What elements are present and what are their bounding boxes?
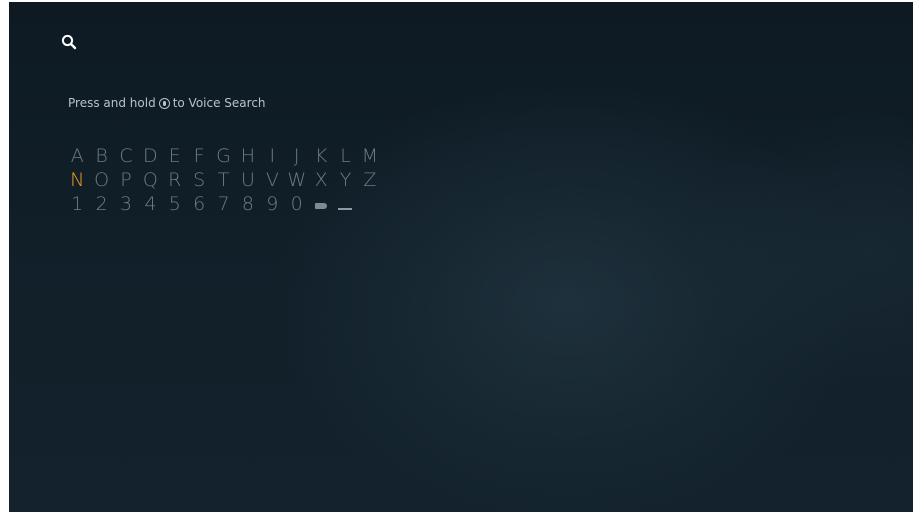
key-o[interactable]: O bbox=[89, 168, 113, 192]
space-key[interactable] bbox=[333, 192, 357, 216]
microphone-icon bbox=[158, 97, 170, 109]
key-g[interactable]: G bbox=[211, 144, 235, 168]
keyboard-row-numbers: 1 2 3 4 5 6 7 8 9 0 bbox=[65, 192, 382, 216]
on-screen-keyboard: A B C D E F G H I J K L M N O P Q R S T … bbox=[65, 144, 382, 216]
key-d[interactable]: D bbox=[138, 144, 162, 168]
keyboard-row-letters-2: N O P Q R S T U V W X Y Z bbox=[65, 168, 382, 192]
key-9[interactable]: 9 bbox=[260, 192, 284, 216]
key-i[interactable]: I bbox=[260, 144, 284, 168]
key-h[interactable]: H bbox=[236, 144, 260, 168]
voice-search-hint: Press and hold to Voice Search bbox=[68, 96, 266, 110]
key-y[interactable]: Y bbox=[333, 168, 357, 192]
key-1[interactable]: 1 bbox=[65, 192, 89, 216]
key-8[interactable]: 8 bbox=[236, 192, 260, 216]
key-b[interactable]: B bbox=[89, 144, 113, 168]
key-2[interactable]: 2 bbox=[89, 192, 113, 216]
key-q[interactable]: Q bbox=[138, 168, 162, 192]
key-m[interactable]: M bbox=[358, 144, 382, 168]
key-c[interactable]: C bbox=[114, 144, 138, 168]
key-n-selected[interactable]: N bbox=[65, 168, 89, 192]
key-7[interactable]: 7 bbox=[211, 192, 235, 216]
key-e[interactable]: E bbox=[163, 144, 187, 168]
search-icon[interactable] bbox=[60, 33, 80, 53]
key-x[interactable]: X bbox=[309, 168, 333, 192]
key-a[interactable]: A bbox=[65, 144, 89, 168]
key-p[interactable]: P bbox=[114, 168, 138, 192]
space-icon bbox=[338, 208, 353, 210]
backspace-icon bbox=[315, 203, 328, 209]
key-r[interactable]: R bbox=[163, 168, 187, 192]
key-6[interactable]: 6 bbox=[187, 192, 211, 216]
keyboard-row-letters-1: A B C D E F G H I J K L M bbox=[65, 144, 382, 168]
key-k[interactable]: K bbox=[309, 144, 333, 168]
voice-hint-text-before: Press and hold bbox=[68, 96, 156, 110]
key-v[interactable]: V bbox=[260, 168, 284, 192]
key-f[interactable]: F bbox=[187, 144, 211, 168]
key-j[interactable]: J bbox=[285, 144, 309, 168]
key-5[interactable]: 5 bbox=[163, 192, 187, 216]
key-w[interactable]: W bbox=[285, 168, 309, 192]
key-4[interactable]: 4 bbox=[138, 192, 162, 216]
key-s[interactable]: S bbox=[187, 168, 211, 192]
key-0[interactable]: 0 bbox=[285, 192, 309, 216]
voice-hint-text-after: to Voice Search bbox=[172, 96, 266, 110]
search-screen: Press and hold to Voice Search A B C D E… bbox=[9, 2, 913, 512]
key-z[interactable]: Z bbox=[358, 168, 382, 192]
key-3[interactable]: 3 bbox=[114, 192, 138, 216]
key-l[interactable]: L bbox=[333, 144, 357, 168]
key-u[interactable]: U bbox=[236, 168, 260, 192]
key-t[interactable]: T bbox=[211, 168, 235, 192]
backspace-key[interactable] bbox=[309, 192, 333, 216]
